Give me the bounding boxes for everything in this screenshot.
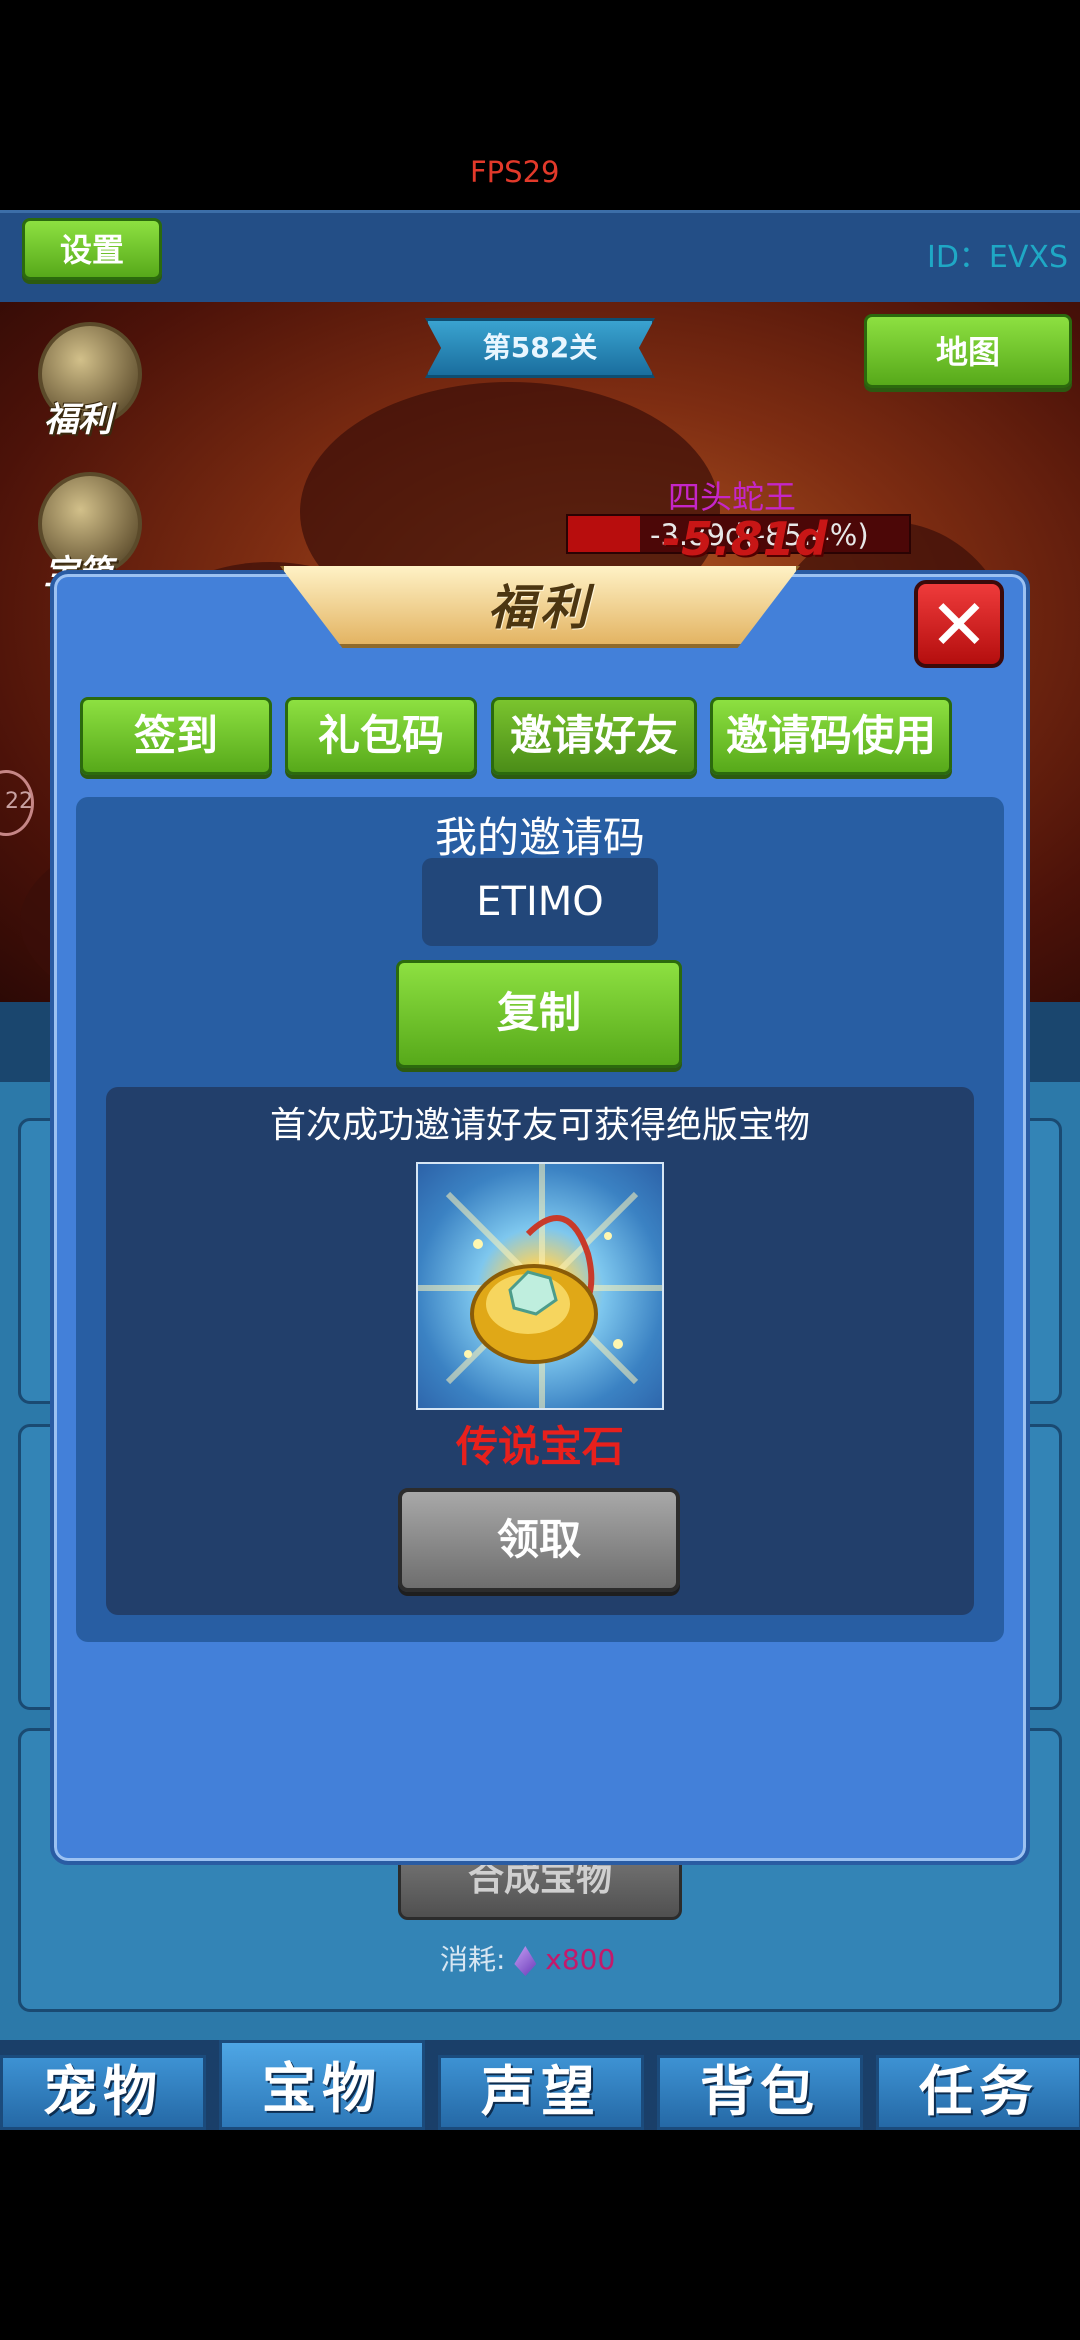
tab-tasks[interactable]: 任务 [876,2055,1080,2130]
claim-button[interactable]: 领取 [398,1488,680,1592]
reward-description: 首次成功邀请好友可获得绝版宝物 [269,1105,810,1146]
damage-number: -5.81d [662,512,828,566]
close-button[interactable]: ✕ [914,580,1004,668]
copy-button[interactable]: 复制 [396,960,682,1068]
tab-backpack[interactable]: 背包 [657,2055,863,2130]
tab-sign-in[interactable]: 签到 [80,697,272,775]
left-badge-text: 22 [5,789,33,814]
reward-name: 传说宝石 [455,1422,624,1471]
dialog-title: 福利 [487,580,592,636]
close-icon: ✕ [929,584,989,666]
legendary-gem-icon [416,1162,664,1410]
fps-counter: FPS29 [470,155,560,189]
welfare-label: 福利 [44,400,112,440]
tab-use-invite-code[interactable]: 邀请码使用 [710,697,952,775]
boss-hp-fill [568,516,640,552]
settings-button[interactable]: 设置 [22,218,162,280]
tab-treasures[interactable]: 宝物 [219,2040,425,2130]
tab-invite-friends[interactable]: 邀请好友 [491,697,697,775]
map-button[interactable]: 地图 [864,314,1072,388]
tab-reputation[interactable]: 声望 [438,2055,644,2130]
tab-pets[interactable]: 宠物 [0,2055,206,2130]
cost-label: 消耗: [440,1943,506,1976]
player-id: ID：EVXS [926,240,1068,275]
cost-amount: x800 [545,1943,616,1976]
compose-cost: 消耗: x800 [440,1938,615,1978]
invite-code-value: ETIMO [422,858,658,946]
crystal-icon [514,1946,537,1976]
my-invite-code-title: 我的邀请码 [434,813,645,862]
top-bar [0,210,1080,302]
stage-banner: 第582关 [425,318,655,378]
tab-gift-code[interactable]: 礼包码 [285,697,477,775]
